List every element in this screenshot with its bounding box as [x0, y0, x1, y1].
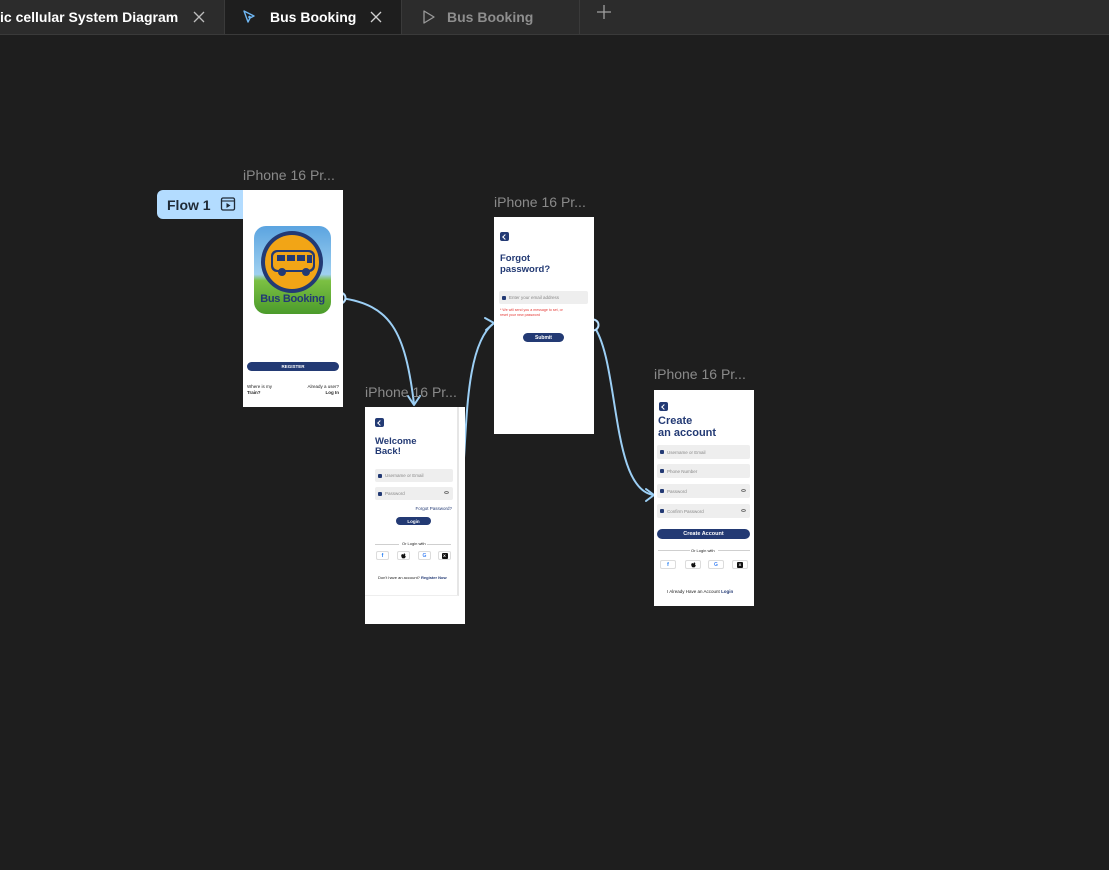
eye-icon[interactable]	[741, 489, 746, 492]
username-placeholder: Username or Email	[667, 449, 706, 455]
divider-line	[718, 550, 750, 551]
apple-login-button[interactable]	[397, 551, 410, 560]
username-field[interactable]: Username or Email	[657, 445, 750, 459]
frame-label[interactable]: iPhone 16 Pr...	[243, 167, 335, 183]
where-is-train-link-2[interactable]: Train?	[247, 390, 261, 395]
x-icon-label: X	[738, 562, 742, 567]
register-button[interactable]: REGISTER	[247, 362, 339, 371]
password-field[interactable]: Password	[657, 484, 750, 498]
no-account-text: Don't have an account? Register Now	[378, 575, 447, 580]
or-login-with: Or Login with	[691, 548, 715, 553]
phone-placeholder: Phone Number	[667, 468, 698, 474]
x-login-button[interactable]: X	[438, 551, 451, 560]
reset-note-2: reset your new password	[500, 313, 540, 317]
back-button[interactable]	[375, 418, 384, 427]
app-logo: Bus Booking	[254, 226, 331, 314]
submit-button[interactable]: Submit	[523, 333, 564, 342]
lock-icon	[660, 489, 664, 493]
divider-line	[658, 550, 690, 551]
tab-title: Bus Booking	[270, 9, 357, 25]
email-placeholder: Enter your email address	[509, 295, 560, 300]
tab-title: ic cellular System Diagram	[0, 9, 179, 25]
google-icon: G	[422, 552, 427, 559]
lock-icon	[660, 509, 664, 513]
tab-bus-booking-design[interactable]: Bus Booking	[225, 0, 402, 34]
divider-line	[427, 544, 451, 545]
forgot-password-link[interactable]: Forgot Password?	[415, 506, 452, 511]
flow-start-badge[interactable]: Flow 1	[157, 190, 243, 219]
phone-field[interactable]: Phone Number	[657, 464, 750, 478]
frame-label[interactable]: iPhone 16 Pr...	[494, 194, 586, 210]
tab-bus-booking-prototype[interactable]: Bus Booking	[402, 0, 580, 34]
tab-title: Bus Booking	[447, 9, 534, 25]
lock-icon	[378, 491, 382, 496]
tab-bar: ic cellular System Diagram Bus Booking B…	[0, 0, 1109, 35]
pen-tool-icon	[241, 9, 257, 28]
log-in-link[interactable]: Log In	[326, 390, 340, 395]
facebook-login-button[interactable]: f	[376, 551, 389, 560]
play-icon	[422, 10, 436, 27]
email-field[interactable]: Enter your email address	[499, 291, 588, 304]
password-placeholder: Password	[667, 488, 687, 494]
back-button[interactable]	[500, 232, 509, 241]
frame-create-account[interactable]: Create an account Username or Email Phon…	[654, 390, 754, 606]
add-tab-icon[interactable]	[594, 2, 614, 22]
where-is-train-link[interactable]: Where is my	[247, 384, 272, 389]
have-account-text: I Already Have an Account Login	[667, 589, 733, 594]
frame-login[interactable]: Welcome Back! Username or Email Password…	[365, 407, 465, 624]
close-icon[interactable]	[368, 9, 384, 25]
eye-icon[interactable]	[444, 491, 449, 494]
user-icon	[660, 450, 664, 454]
create-title: Create	[658, 415, 693, 427]
frame-label[interactable]: iPhone 16 Pr...	[654, 366, 746, 382]
frame-forgot-password[interactable]: Forgot password? Enter your email addres…	[494, 217, 594, 434]
login-link[interactable]: Login	[721, 589, 733, 594]
apple-icon	[690, 561, 696, 567]
forgot-title-2: password?	[500, 264, 551, 275]
mail-icon	[502, 295, 506, 300]
welcome-title-2: Back!	[375, 446, 401, 457]
password-placeholder: Password	[385, 491, 405, 496]
create-account-button[interactable]: Create Account	[657, 529, 750, 539]
facebook-login-button[interactable]: f	[660, 560, 676, 569]
play-prototype-icon[interactable]	[220, 196, 236, 215]
apple-icon	[401, 552, 406, 558]
have-account-text-label: I Already Have an Account	[667, 589, 720, 594]
username-field[interactable]: Username or Email	[375, 469, 453, 482]
username-placeholder: Username or Email	[385, 473, 424, 478]
x-icon-label: X	[443, 553, 446, 558]
no-account-text-label: Don't have an account?	[378, 575, 420, 580]
flow-label: Flow 1	[167, 196, 211, 213]
confirm-placeholder: Confirm Password	[667, 508, 704, 514]
design-canvas[interactable]	[0, 35, 1109, 870]
eye-icon[interactable]	[741, 509, 746, 512]
phone-icon	[660, 469, 664, 473]
register-now-link[interactable]: Register Now	[421, 575, 447, 580]
facebook-icon: f	[381, 552, 384, 559]
google-icon: G	[714, 561, 718, 568]
user-icon	[378, 473, 382, 478]
create-title-2: an account	[658, 427, 717, 439]
frame-label[interactable]: iPhone 16 Pr...	[365, 384, 457, 400]
close-icon[interactable]	[191, 9, 207, 25]
login-button[interactable]: Login	[396, 517, 431, 525]
google-login-button[interactable]: G	[418, 551, 431, 560]
tab-system-diagram[interactable]: ic cellular System Diagram	[0, 0, 225, 34]
google-login-button[interactable]: G	[708, 560, 724, 569]
password-field[interactable]: Password	[375, 487, 453, 500]
reset-note: * We will send you a message to set, or	[500, 308, 563, 312]
x-icon: X	[737, 561, 743, 568]
divider-line	[375, 544, 399, 545]
already-user-text: Already a user?	[307, 384, 339, 389]
apple-login-button[interactable]	[685, 560, 701, 569]
forgot-title: Forgot	[500, 253, 531, 264]
or-login-with: Or Login with	[402, 541, 426, 546]
confirm-password-field[interactable]: Confirm Password	[657, 504, 750, 518]
back-button[interactable]	[659, 402, 668, 411]
x-login-button[interactable]: X	[732, 560, 748, 569]
logo-text: Bus Booking	[260, 293, 325, 305]
frame-splash[interactable]: Bus Booking REGISTER Where is my Train? …	[243, 190, 343, 407]
x-icon: X	[441, 552, 448, 559]
facebook-icon: f	[667, 561, 669, 568]
